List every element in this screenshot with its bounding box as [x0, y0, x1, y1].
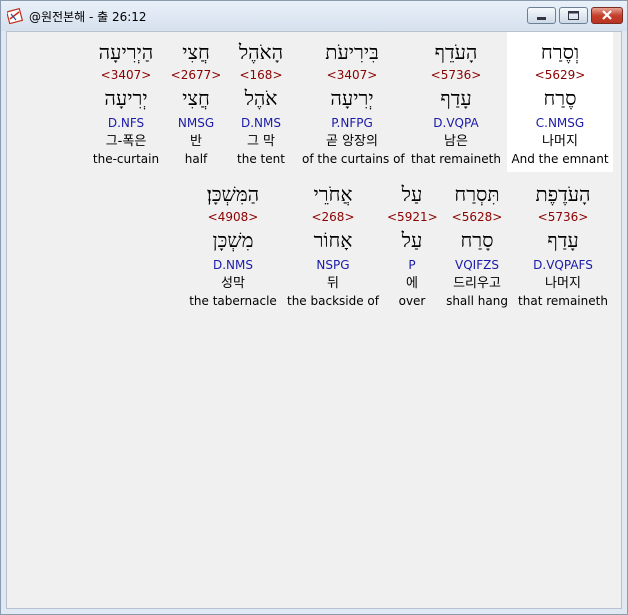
- window-title: @원전본해 - 출 26:12: [29, 10, 147, 24]
- maximize-icon: [568, 11, 579, 20]
- english-gloss: And the emnant: [511, 152, 609, 166]
- korean-gloss: 성막: [221, 276, 245, 291]
- minimize-icon: [537, 17, 546, 20]
- strong-number[interactable]: <5736>: [411, 68, 501, 82]
- korean-gloss: 드리우고: [453, 276, 501, 291]
- morph-code[interactable]: D.VQPAFS: [515, 258, 611, 272]
- korean-gloss: 나머지: [545, 276, 581, 291]
- hebrew-lemma: אֹהֶל: [244, 86, 278, 110]
- title-bar[interactable]: @원전본해 - 출 26:12: [1, 1, 627, 31]
- word-cell[interactable]: בִּירִיעֹת <3407> יְרִיעָה P.NFPG 곧 앙장의 …: [302, 36, 405, 172]
- hebrew-lemma: עַל: [401, 228, 423, 252]
- word-cell[interactable]: הָעֹדֵף <5736> עָדַף D.VQPA 남은 that rema…: [411, 36, 501, 172]
- strong-number[interactable]: <168>: [228, 68, 294, 82]
- english-gloss: the-curtain: [92, 152, 160, 166]
- morph-code[interactable]: NSPG: [283, 258, 383, 272]
- strong-number[interactable]: <268>: [283, 210, 383, 224]
- morph-code[interactable]: VQIFZS: [443, 258, 511, 272]
- strong-number[interactable]: <5921>: [387, 210, 438, 224]
- morph-code[interactable]: C.NMSG: [507, 116, 613, 130]
- strong-number[interactable]: <3407>: [302, 68, 402, 82]
- hebrew-lemma: סָרַח: [460, 228, 494, 252]
- word-cell[interactable]: אֲחֹרֵי <268> אָחוֹר NSPG 뒤 the backside…: [283, 178, 383, 314]
- strong-number[interactable]: <5629>: [507, 68, 613, 82]
- english-gloss: shall hang: [446, 294, 508, 308]
- hebrew-word: הַיְרִיעָה: [98, 40, 154, 64]
- morph-code[interactable]: P.NFPG: [302, 116, 402, 130]
- hebrew-lemma: מִשְׁכָּן: [212, 228, 254, 252]
- hebrew-lemma: חֲצִי: [182, 86, 210, 110]
- morph-code[interactable]: D.NMS: [187, 258, 279, 272]
- hebrew-word: הָעֹדֵף: [434, 40, 478, 64]
- morph-code[interactable]: D.NMS: [228, 116, 294, 130]
- korean-gloss: 그 막: [246, 134, 276, 149]
- korean-gloss: 에: [406, 276, 418, 291]
- hebrew-lemma: עָדַף: [440, 86, 472, 110]
- hebrew-word: הָעֹדֶפֶת: [535, 182, 591, 206]
- morph-code[interactable]: P: [387, 258, 437, 272]
- maximize-button[interactable]: [559, 7, 588, 24]
- word-cell[interactable]: חֲצִי <2677> חֲצִי NMSG 반 half: [170, 36, 222, 172]
- hebrew-lemma: יְרִיעָה: [330, 86, 374, 110]
- hebrew-lemma: יְרִיעָה: [104, 86, 148, 110]
- hebrew-word: הַמִּשְׁכָּן׃: [206, 182, 260, 206]
- english-gloss: over: [398, 294, 426, 308]
- hebrew-word: חֲצִי: [182, 40, 210, 64]
- hebrew-word: בִּירִיעֹת: [325, 40, 379, 64]
- english-gloss: of the curtains of: [302, 152, 405, 166]
- word-cell[interactable]: הַיְרִיעָה <3407> יְרִיעָה D.NFS 그-폭은 th…: [82, 36, 170, 172]
- english-gloss: that remaineth: [411, 152, 501, 166]
- content-area[interactable]: הַיְרִיעָה <3407> יְרִיעָה D.NFS 그-폭은 th…: [6, 31, 622, 609]
- hebrew-lemma: סֶרַח: [543, 86, 577, 110]
- close-icon: [602, 10, 612, 20]
- strong-number[interactable]: <4908>: [187, 210, 279, 224]
- app-window: @원전본해 - 출 26:12 הַיְרִיעָה <3407> יְרִיע…: [0, 0, 628, 615]
- app-icon[interactable]: [5, 7, 24, 25]
- korean-gloss: 나머지: [542, 134, 578, 149]
- english-gloss: the tabernacle: [189, 294, 277, 308]
- strong-number[interactable]: <2677>: [170, 68, 222, 82]
- hebrew-lemma: עָדַף: [547, 228, 579, 252]
- strong-number[interactable]: <3407>: [82, 68, 170, 82]
- hebrew-word: אֲחֹרֵי: [313, 182, 353, 206]
- english-gloss: the backside of: [287, 294, 379, 308]
- word-cell[interactable]: הָאֹהֶל <168> אֹהֶל D.NMS 그 막 the tent: [228, 36, 294, 172]
- word-cell[interactable]: הָעֹדֶפֶת <5736> עָדַף D.VQPAFS 나머지 that…: [515, 178, 611, 314]
- morph-code[interactable]: D.NFS: [82, 116, 170, 130]
- english-gloss: that remaineth: [518, 294, 608, 308]
- close-button[interactable]: [591, 7, 623, 24]
- word-cell[interactable]: עַל <5921> עַל P 에 over: [387, 178, 438, 314]
- strong-number[interactable]: <5736>: [515, 210, 611, 224]
- english-gloss: the tent: [237, 152, 285, 166]
- hebrew-word: תִּסְרַח: [454, 182, 500, 206]
- korean-gloss: 뒤: [327, 276, 339, 291]
- hebrew-lemma: אָחוֹר: [313, 228, 353, 252]
- hebrew-word: עַל: [401, 182, 423, 206]
- morph-code[interactable]: D.VQPA: [411, 116, 501, 130]
- word-cell[interactable]: הַמִּשְׁכָּן׃ <4908> מִשְׁכָּן D.NMS 성막 …: [187, 178, 279, 314]
- english-gloss: half: [184, 152, 208, 166]
- word-cell[interactable]: תִּסְרַח <5628> סָרַח VQIFZS 드리우고 shall …: [443, 178, 511, 314]
- strong-number[interactable]: <5628>: [443, 210, 511, 224]
- morph-code[interactable]: NMSG: [170, 116, 222, 130]
- korean-gloss: 곧 앙장의: [326, 134, 378, 149]
- minimize-button[interactable]: [527, 7, 556, 24]
- korean-gloss: 그-폭은: [105, 134, 147, 149]
- hebrew-word: הָאֹהֶל: [238, 40, 284, 64]
- word-cell-selected[interactable]: וְסֶרַח <5629> סֶרַח C.NMSG 나머지 And the …: [507, 32, 613, 172]
- korean-gloss: 남은: [444, 134, 468, 149]
- korean-gloss: 반: [190, 134, 202, 149]
- hebrew-word: וְסֶרַח: [540, 40, 580, 64]
